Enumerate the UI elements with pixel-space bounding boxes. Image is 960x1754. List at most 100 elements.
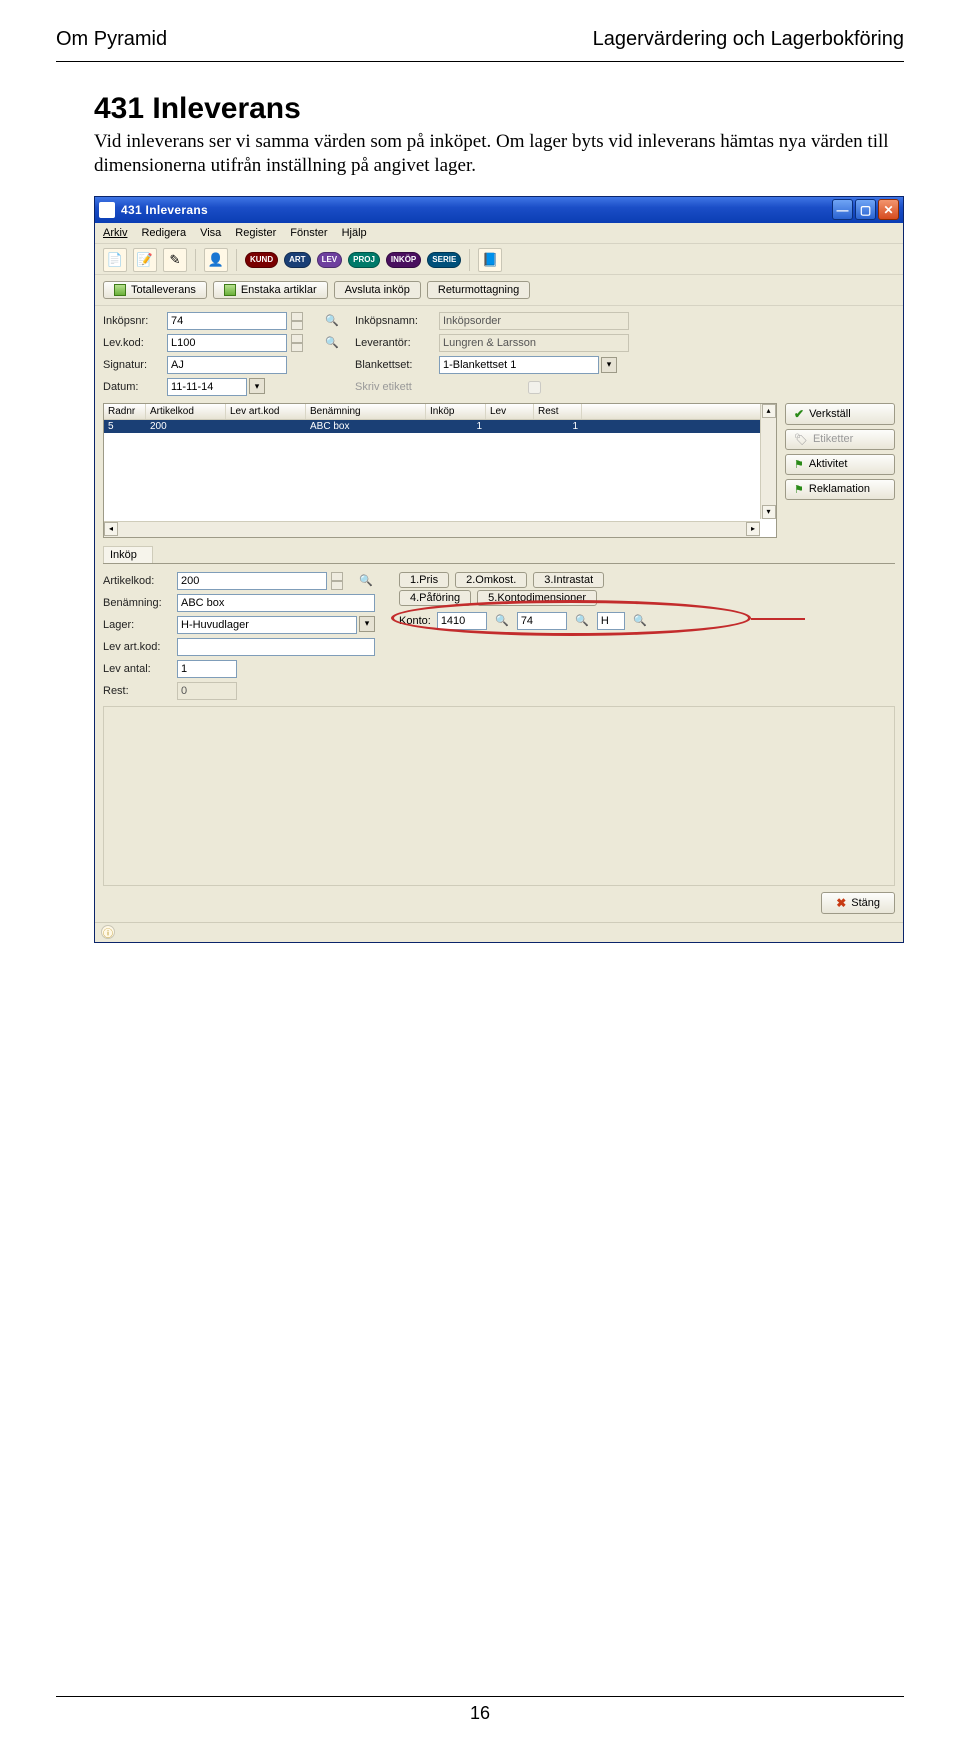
- menu-fonster[interactable]: Fönster: [290, 227, 327, 239]
- label-datum: Datum:: [103, 381, 163, 393]
- menu-visa[interactable]: Visa: [200, 227, 221, 239]
- label-levantal: Lev antal:: [103, 663, 173, 675]
- etiketter-button: 🏷Etiketter: [785, 429, 895, 450]
- flag-icon: ⚑: [794, 483, 804, 496]
- chevron-down-icon[interactable]: ▾: [359, 616, 375, 632]
- toolbar: 📄 📝 ✎ 👤 KUND ART LEV PROJ INKÖP SERIE 📘: [95, 244, 903, 275]
- inkop-tab[interactable]: Inköp: [103, 546, 153, 563]
- table-row[interactable]: 5 200 ABC box 1 1: [104, 420, 776, 433]
- toolbar-book-icon[interactable]: 📘: [478, 248, 502, 272]
- label-blankettset: Blankettset:: [355, 359, 435, 371]
- chevron-down-icon[interactable]: ▾: [601, 357, 617, 373]
- toolbar-user-icon[interactable]: 👤: [204, 248, 228, 272]
- toolbar-doc-icon[interactable]: 📄: [103, 248, 127, 272]
- search-icon[interactable]: 🔍: [323, 312, 341, 330]
- tab-avsluta-inkop[interactable]: Avsluta inköp: [334, 281, 421, 299]
- menu-arkiv[interactable]: Arkiv: [103, 227, 127, 239]
- section-heading: 431 Inleverans: [94, 92, 904, 126]
- spinner-inkopsnr[interactable]: [291, 312, 303, 330]
- detail-pane: [103, 706, 895, 886]
- data-grid[interactable]: Radnr Artikelkod Lev art.kod Benämning I…: [103, 403, 777, 538]
- tab-intrastat[interactable]: 3.Intrastat: [533, 572, 604, 588]
- checkbox-skriv-etikett: [443, 381, 626, 394]
- window-title: 431 Inleverans: [121, 203, 830, 217]
- tab-totalleverans[interactable]: Totalleverans: [103, 281, 207, 299]
- pill-kund[interactable]: KUND: [245, 252, 278, 268]
- tab-enstaka-artiklar[interactable]: Enstaka artiklar: [213, 281, 328, 299]
- search-icon[interactable]: 🔍: [573, 612, 591, 630]
- search-icon[interactable]: 🔍: [631, 612, 649, 630]
- label-signatur: Signatur:: [103, 359, 163, 371]
- stang-button[interactable]: ✖Stäng: [821, 892, 895, 914]
- tab-omkost[interactable]: 2.Omkost.: [455, 572, 527, 588]
- pill-art[interactable]: ART: [284, 252, 310, 268]
- window-close-button[interactable]: ✕: [878, 199, 899, 220]
- grid-vscroll[interactable]: ▴▾: [760, 404, 776, 519]
- input-konto-1[interactable]: [437, 612, 487, 630]
- tag-icon: 🏷: [794, 433, 808, 446]
- window-minimize-button[interactable]: —: [832, 199, 853, 220]
- header-form: Inköpsnr: 🔍 Inköpsnamn: Lev.kod: 🔍 Lever…: [95, 306, 903, 399]
- toolbar-new-icon[interactable]: 📝: [133, 248, 157, 272]
- menu-register[interactable]: Register: [235, 227, 276, 239]
- menu-redigera[interactable]: Redigera: [141, 227, 186, 239]
- detail-form: Artikelkod: 🔍 Benämning: Lager: ▾ Lev ar…: [103, 572, 375, 700]
- menu-hjalp[interactable]: Hjälp: [342, 227, 367, 239]
- aktivitet-button[interactable]: ⚑Aktivitet: [785, 454, 895, 475]
- search-icon-lev[interactable]: 🔍: [323, 334, 341, 352]
- detail-tabs: 1.Pris 2.Omkost. 3.Intrastat 4.Påföring …: [387, 572, 895, 700]
- input-levartkod[interactable]: [177, 638, 375, 656]
- toolbar-sep2: [236, 249, 237, 271]
- window-maximize-button[interactable]: ▢: [855, 199, 876, 220]
- select-lager[interactable]: [177, 616, 357, 634]
- close-icon: ✖: [836, 896, 846, 910]
- toolbar-sep3: [469, 249, 470, 271]
- app-window: 431 Inleverans — ▢ ✕ Arkiv Redigera Visa…: [94, 196, 904, 943]
- pill-inkop[interactable]: INKÖP: [386, 252, 421, 268]
- input-inkopsnamn: [439, 312, 629, 330]
- flag-icon: ⚑: [794, 458, 804, 471]
- tab-pris[interactable]: 1.Pris: [399, 572, 449, 588]
- pill-proj[interactable]: PROJ: [348, 252, 380, 268]
- input-levkod[interactable]: [167, 334, 287, 352]
- spinner-levkod[interactable]: [291, 334, 303, 352]
- section-paragraph: Vid inleverans ser vi samma värden som p…: [94, 130, 904, 178]
- pill-serie[interactable]: SERIE: [427, 252, 461, 268]
- info-icon: ⓘ: [101, 925, 115, 939]
- input-inkopsnr[interactable]: [167, 312, 287, 330]
- pill-lev[interactable]: LEV: [317, 252, 343, 268]
- tab-paforing[interactable]: 4.Påföring: [399, 590, 471, 606]
- grid-header: Radnr Artikelkod Lev art.kod Benämning I…: [104, 404, 776, 420]
- verkstall-button[interactable]: ✔Verkställ: [785, 403, 895, 425]
- annotation-line: [751, 618, 805, 620]
- tab-returmottagning[interactable]: Returmottagning: [427, 281, 530, 299]
- window-icon: [99, 202, 115, 218]
- chevron-down-icon[interactable]: ▾: [249, 378, 265, 394]
- select-blankettset[interactable]: [439, 356, 599, 374]
- label-lager: Lager:: [103, 619, 173, 631]
- reklamation-button[interactable]: ⚑Reklamation: [785, 479, 895, 500]
- menubar: Arkiv Redigera Visa Register Fönster Hjä…: [95, 223, 903, 244]
- grid-hscroll[interactable]: ◂▸: [104, 521, 760, 537]
- input-leverantor: [439, 334, 629, 352]
- input-konto-2[interactable]: [517, 612, 567, 630]
- doc-header-left: Om Pyramid: [56, 28, 167, 51]
- label-inkopsnamn: Inköpsnamn:: [355, 315, 435, 327]
- input-artikelkod[interactable]: [177, 572, 327, 590]
- label-levkod: Lev.kod:: [103, 337, 163, 349]
- spinner-artikelkod[interactable]: [331, 572, 343, 590]
- toolbar-edit-icon[interactable]: ✎: [163, 248, 187, 272]
- input-rest: [177, 682, 237, 700]
- label-artikelkod: Artikelkod:: [103, 575, 173, 587]
- tab-kontodimensioner[interactable]: 5.Kontodimensioner: [477, 590, 597, 606]
- input-signatur[interactable]: [167, 356, 287, 374]
- input-datum[interactable]: [167, 378, 247, 396]
- input-benamning[interactable]: [177, 594, 375, 612]
- statusbar: ⓘ: [95, 922, 903, 942]
- search-icon[interactable]: 🔍: [493, 612, 511, 630]
- search-icon[interactable]: 🔍: [357, 572, 375, 590]
- list-icon: [224, 284, 236, 296]
- titlebar: 431 Inleverans — ▢ ✕: [95, 197, 903, 223]
- input-levantal[interactable]: [177, 660, 237, 678]
- input-konto-3[interactable]: [597, 612, 625, 630]
